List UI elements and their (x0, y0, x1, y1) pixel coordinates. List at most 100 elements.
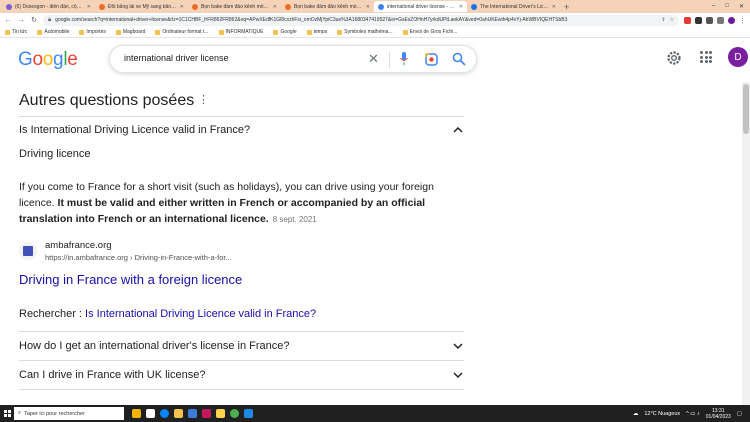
bookmarks-bar: Tin tức Automobile Importés Magboard Ordinat… (0, 27, 750, 38)
close-tab-icon[interactable]: ✕ (87, 4, 91, 10)
browser-tab[interactable]: international driver license - Re ✕ (374, 1, 467, 12)
extension-icon[interactable] (684, 16, 691, 24)
folder-icon (155, 29, 161, 35)
search-icon: ⌕ (18, 410, 22, 416)
puzzle-icon[interactable] (706, 16, 713, 24)
store-icon[interactable] (188, 409, 197, 418)
bookmark-item[interactable]: Symboles mathéma... (337, 29, 393, 35)
tab-favicon-icon (192, 3, 198, 10)
google-logo[interactable]: Google (18, 49, 78, 71)
weather-icon[interactable]: ☁ (633, 411, 639, 417)
profile-icon[interactable] (728, 16, 735, 24)
search-icon[interactable] (452, 52, 466, 66)
result-link[interactable]: Driving in France with a foreign licence (19, 272, 242, 287)
address-bar[interactable]: 🔒︎ google.com/search?q=international+dri… (43, 14, 679, 26)
tray-icons[interactable]: ^ ▭ ♪ (686, 411, 700, 417)
browser-tab[interactable]: Đổi bằng lái xe Mỹ sang bằng lá ✕ (95, 1, 188, 12)
answer-heading: Driving licence (19, 148, 91, 160)
minimize-icon[interactable]: – (712, 3, 715, 10)
share-icon[interactable]: ⇪ (661, 17, 665, 23)
google-header: Google international driver license ✕ D (0, 38, 750, 82)
answer-snippet: If you come to France for a short visit … (19, 179, 464, 228)
scrollbar[interactable] (742, 82, 750, 405)
extension-icon[interactable] (695, 16, 702, 24)
search-suggestion-link[interactable]: Is International Driving Licence valid i… (85, 308, 316, 320)
bookmark-star-icon[interactable]: ☆ (670, 17, 674, 23)
app-icon[interactable] (216, 409, 225, 418)
gear-icon[interactable] (666, 50, 682, 66)
browser-tab[interactable]: (6) Dosesgon - diễn đàn, cộng c ✕ (2, 1, 95, 12)
widgets-icon[interactable] (146, 409, 155, 418)
clock[interactable]: 13:31 01/04/2023 (706, 408, 731, 420)
paa-question[interactable]: How do I get an international driver's l… (19, 332, 464, 360)
file-explorer-icon[interactable] (174, 409, 183, 418)
paa-question-expanded[interactable]: Is International Driving Licence valid i… (19, 116, 464, 144)
search-suggestion-label: Rechercher : (19, 308, 86, 320)
answer-date: 8 sept. 2021 (272, 215, 317, 224)
folder-icon (115, 29, 121, 35)
chevron-down-icon[interactable] (452, 369, 464, 381)
chevron-up-icon[interactable] (452, 124, 464, 136)
tab-favicon-icon (99, 3, 105, 10)
sidepanel-icon[interactable] (717, 16, 724, 24)
search-box[interactable]: international driver license ✕ (109, 45, 477, 73)
apps-grid-icon[interactable] (700, 51, 712, 63)
source-block[interactable]: ambafrance.org https://in.ambafrance.org… (19, 240, 232, 262)
close-window-icon[interactable]: ✕ (739, 3, 744, 10)
tab-favicon-icon (285, 3, 291, 10)
notification-icon[interactable]: ▢ (737, 411, 742, 417)
reload-icon[interactable]: ↻ (30, 16, 38, 24)
taskbar-search-input[interactable]: ⌕ Taper ici pour rechercher (14, 407, 124, 420)
close-tab-icon[interactable]: ✕ (273, 4, 277, 10)
close-tab-icon[interactable]: ✕ (366, 4, 370, 10)
camera-lens-icon[interactable] (425, 53, 438, 66)
bookmark-item[interactable]: Magboard (115, 29, 145, 35)
bookmark-item[interactable]: INFORMATIQUE (218, 29, 263, 35)
bookmark-item[interactable]: Envoi de Gros Fichi... (402, 29, 457, 35)
url-text[interactable]: google.com/search?q=international+driver… (55, 17, 657, 23)
maximize-icon[interactable]: □ (725, 3, 729, 10)
search-input[interactable]: international driver license (124, 53, 229, 63)
forward-icon[interactable]: → (17, 17, 25, 24)
folder-icon (402, 29, 408, 35)
chrome-icon[interactable] (230, 409, 239, 418)
task-view-icon[interactable] (132, 409, 141, 418)
bookmark-item[interactable]: Automobile (37, 29, 69, 35)
clear-icon[interactable]: ✕ (368, 51, 379, 67)
tab-title: Bọn bake đàm đảo kênh mồ 2 s (294, 3, 363, 10)
bookmark-label: Tin tức (12, 29, 28, 35)
bookmark-item[interactable]: Tin tức (5, 29, 27, 35)
menu-icon[interactable]: ⋮ (739, 17, 746, 25)
windows-start-icon[interactable] (0, 405, 14, 422)
microphone-icon[interactable] (400, 52, 408, 66)
bookmark-item[interactable]: Importés (79, 29, 106, 35)
browser-tab[interactable]: Bọn bake đàm đảo kênh mồ 2 s ✕ (188, 1, 281, 12)
back-icon[interactable]: ← (4, 17, 12, 24)
weather-text[interactable]: 12°C Nuageux (644, 411, 680, 417)
browser-tab[interactable]: Bọn bake đàm đảo kênh mồ 2 s ✕ (281, 1, 374, 12)
paa-question[interactable]: Can I drive in France with UK license? (19, 361, 464, 389)
bookmark-item[interactable]: Ordinateur format t... (155, 29, 209, 35)
folder-icon (337, 29, 343, 35)
results-area: Autres questions posées ⋮ Is Internation… (0, 82, 742, 405)
close-tab-icon[interactable]: ✕ (552, 4, 556, 10)
clock-date: 01/04/2023 (705, 413, 731, 420)
avatar[interactable]: D (728, 47, 748, 67)
scrollbar-thumb[interactable] (743, 84, 749, 134)
chevron-down-icon[interactable] (452, 340, 464, 352)
bookmark-item[interactable]: Google (273, 29, 297, 35)
app-icon[interactable] (202, 409, 211, 418)
app-icon[interactable] (244, 409, 253, 418)
question-text: How do I get an international driver's l… (19, 340, 290, 352)
edge-icon[interactable] (160, 409, 169, 418)
bookmark-item[interactable]: temps (306, 29, 327, 35)
new-tab-button[interactable]: + (560, 2, 573, 12)
search-suggestion: Rechercher : Is International Driving Li… (19, 308, 316, 320)
tab-favicon-icon (471, 3, 477, 10)
close-tab-icon[interactable]: ✕ (180, 4, 184, 10)
tab-title: Bọn bake đàm đảo kênh mồ 2 s (201, 3, 270, 10)
bookmark-label: Importés (86, 29, 106, 35)
close-tab-icon[interactable]: ✕ (459, 4, 463, 10)
more-options-icon[interactable]: ⋮ (198, 95, 209, 106)
browser-tab[interactable]: The International Driver's Licens ✕ (467, 1, 560, 12)
